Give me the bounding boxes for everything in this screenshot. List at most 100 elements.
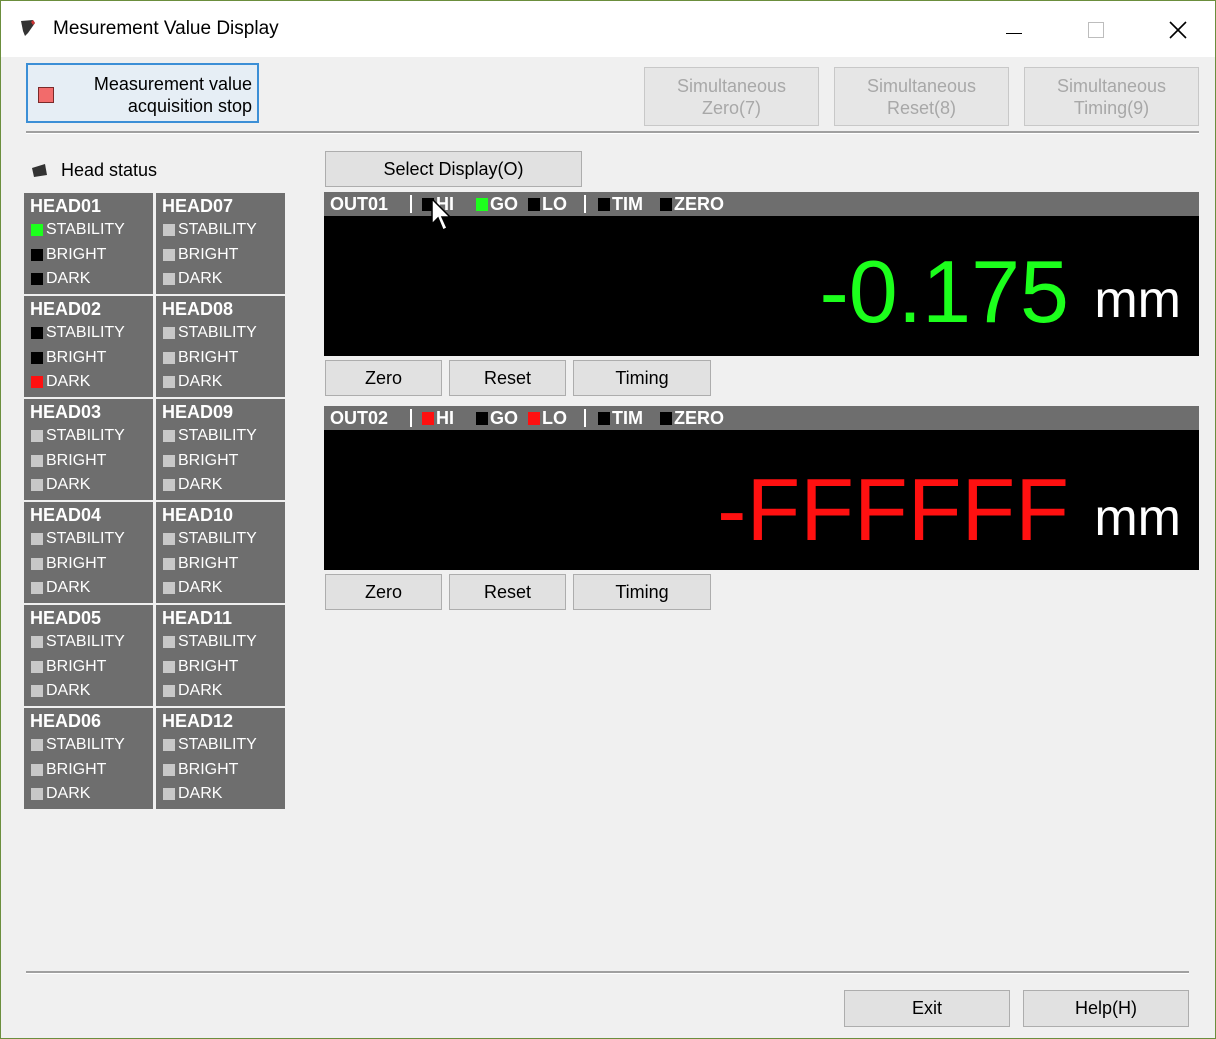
stability-led-icon: [31, 636, 43, 648]
status-go: GO: [476, 194, 518, 215]
dark-led-icon: [163, 273, 175, 285]
head-name: HEAD12: [162, 711, 234, 731]
sim-timing-line2: Timing(9): [1073, 97, 1150, 118]
bright-label: BRIGHT: [178, 554, 239, 572]
head-cell-head01: HEAD01 STABILITY BRIGHT DARK: [24, 193, 153, 294]
head-name: HEAD07: [162, 196, 234, 216]
head-cell-head10: HEAD10 STABILITY BRIGHT DARK: [156, 502, 285, 603]
stability-label: STABILITY: [178, 427, 257, 444]
output-status-bar: OUT01 HI GO LO TIM ZERO: [324, 192, 1199, 216]
head-bright-indicator: BRIGHT: [31, 658, 106, 676]
dark-label: DARK: [178, 270, 223, 287]
go-label: GO: [490, 408, 519, 428]
dark-label: DARK: [46, 476, 91, 493]
stability-label: STABILITY: [46, 324, 125, 341]
status-separator: [410, 195, 412, 213]
bright-led-icon: [163, 351, 175, 364]
timing-button[interactable]: Timing: [573, 360, 711, 396]
stability-led-icon: [31, 533, 43, 545]
measurement-display: -FFFFFF mm: [324, 430, 1199, 570]
head-stability-indicator: STABILITY: [163, 736, 257, 754]
zero-led-icon: [660, 412, 672, 425]
head-cell-head09: HEAD09 STABILITY BRIGHT DARK: [156, 399, 285, 500]
bright-label: BRIGHT: [178, 245, 239, 263]
measurement-unit: mm: [1094, 271, 1181, 329]
stability-label: STABILITY: [178, 736, 257, 753]
zero-label: ZERO: [674, 194, 725, 214]
go-led-icon: [476, 412, 488, 425]
output-panel-out01: OUT01 HI GO LO TIM ZERO -0.175 mm Zero Reset Timin…: [324, 192, 1199, 396]
tim-label: TIM: [612, 194, 643, 214]
status-go: GO: [476, 408, 518, 429]
select-display-button[interactable]: Select Display(O): [325, 151, 582, 187]
head-name: HEAD08: [162, 299, 234, 319]
lo-led-icon: [528, 412, 540, 425]
status-hi: HI: [422, 408, 454, 429]
timing-button[interactable]: Timing: [573, 574, 711, 610]
lo-label: LO: [542, 194, 567, 214]
head-status-icon: [32, 164, 47, 177]
acquisition-stop-button[interactable]: Measurement value acquisition stop: [26, 63, 259, 123]
status-zero: ZERO: [660, 194, 724, 215]
head-dark-indicator: DARK: [31, 579, 90, 597]
head-cell-head04: HEAD04 STABILITY BRIGHT DARK: [24, 502, 153, 603]
head-bright-indicator: BRIGHT: [163, 452, 238, 470]
dark-label: DARK: [178, 682, 223, 699]
head-bright-indicator: BRIGHT: [163, 555, 238, 573]
dark-led-icon: [163, 376, 175, 388]
reset-button[interactable]: Reset: [449, 360, 566, 396]
app-icon: [21, 20, 35, 36]
help-button[interactable]: Help(H): [1023, 990, 1189, 1027]
head-cell-head06: HEAD06 STABILITY BRIGHT DARK: [24, 708, 153, 809]
name-label: OUT01: [330, 194, 389, 214]
bright-label: BRIGHT: [178, 657, 239, 675]
bright-label: BRIGHT: [178, 451, 239, 469]
exit-button[interactable]: Exit: [844, 990, 1010, 1027]
title-bar: Mesurement Value Display: [1, 1, 1215, 57]
head-stability-indicator: STABILITY: [31, 736, 125, 754]
window-title: Mesurement Value Display: [53, 18, 279, 39]
head-name: HEAD04: [30, 505, 102, 525]
simultaneous-zero-button[interactable]: Simultaneous Zero(7): [644, 67, 819, 126]
head-bright-indicator: BRIGHT: [163, 246, 238, 264]
zero-led-icon: [660, 198, 672, 211]
bright-led-icon: [163, 248, 175, 261]
sim-timing-line1: Simultaneous: [1056, 75, 1167, 96]
close-button[interactable]: [1155, 9, 1201, 51]
bright-label: BRIGHT: [178, 348, 239, 366]
head-stability-indicator: STABILITY: [163, 324, 257, 342]
head-dark-indicator: DARK: [163, 785, 222, 803]
simultaneous-timing-button[interactable]: Simultaneous Timing(9): [1024, 67, 1199, 126]
dark-label: DARK: [178, 785, 223, 802]
head-stability-indicator: STABILITY: [163, 221, 257, 239]
reset-button[interactable]: Reset: [449, 574, 566, 610]
dark-label: DARK: [46, 579, 91, 596]
measurement-display: -0.175 mm: [324, 216, 1199, 356]
hi-led-icon: [422, 412, 434, 425]
bright-label: BRIGHT: [46, 760, 107, 778]
head-name: HEAD01: [30, 196, 102, 216]
stability-led-icon: [31, 739, 43, 751]
head-cell-head05: HEAD05 STABILITY BRIGHT DARK: [24, 605, 153, 706]
bright-led-icon: [163, 454, 175, 467]
stability-led-icon: [31, 224, 43, 236]
zero-button[interactable]: Zero: [325, 360, 442, 396]
lo-led-icon: [528, 198, 540, 211]
bright-led-icon: [31, 454, 43, 467]
dark-led-icon: [31, 685, 43, 697]
tim-label: TIM: [612, 408, 643, 428]
minimize-button[interactable]: [991, 9, 1037, 51]
zero-button[interactable]: Zero: [325, 574, 442, 610]
simultaneous-reset-button[interactable]: Simultaneous Reset(8): [834, 67, 1009, 126]
maximize-button[interactable]: [1073, 9, 1119, 51]
hi-label: HI: [436, 408, 454, 428]
head-status-label: Head status: [61, 160, 158, 180]
head-bright-indicator: BRIGHT: [163, 349, 238, 367]
bright-led-icon: [31, 351, 43, 364]
stability-label: STABILITY: [46, 427, 125, 444]
zero-label: ZERO: [674, 408, 725, 428]
output-panel-out02: OUT02 HI GO LO TIM ZERO -FFFFFF mm Zero Reset Timi…: [324, 406, 1199, 610]
head-dark-indicator: DARK: [163, 270, 222, 288]
status-tim: TIM: [598, 194, 643, 215]
status-lo: LO: [528, 194, 567, 215]
